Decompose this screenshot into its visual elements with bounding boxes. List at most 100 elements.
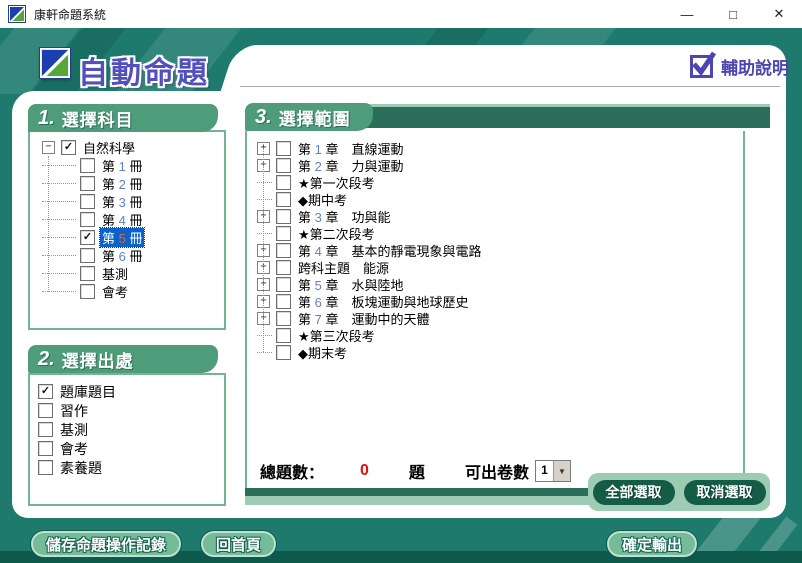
tree-item[interactable]: 第 3 冊 bbox=[30, 192, 224, 210]
tree-item[interactable]: ★第一次段考 bbox=[247, 174, 737, 191]
checkbox[interactable] bbox=[38, 441, 53, 456]
tree-item[interactable]: + 第 3 章 功與能 bbox=[247, 208, 737, 225]
home-button[interactable]: 回首頁 bbox=[200, 530, 277, 558]
label-number: 2 bbox=[315, 159, 322, 174]
maximize-button[interactable]: □ bbox=[710, 0, 756, 28]
tree-connector-stub bbox=[257, 199, 272, 200]
checkbox[interactable] bbox=[276, 192, 291, 207]
checkbox[interactable] bbox=[80, 248, 95, 263]
tree-item[interactable]: + 第 1 章 直線運動 bbox=[247, 140, 737, 157]
checkbox[interactable] bbox=[276, 243, 291, 258]
list-item[interactable]: 習作 bbox=[38, 401, 118, 420]
label-number: 3 bbox=[119, 195, 126, 210]
tree-item[interactable]: ★第二次段考 bbox=[247, 225, 737, 242]
tree-item-selected[interactable]: ✓ 第 5 冊 bbox=[30, 228, 224, 246]
checkbox[interactable] bbox=[276, 260, 291, 275]
list-item-label[interactable]: 素養題 bbox=[58, 458, 104, 478]
tree-item[interactable]: ◆期中考 bbox=[247, 191, 737, 208]
collapse-icon[interactable]: − bbox=[42, 141, 55, 154]
tree-item-label[interactable]: 基測 bbox=[100, 264, 130, 283]
questions-unit-label: 題 bbox=[409, 459, 425, 483]
paper-count-label: 可出卷數 bbox=[465, 459, 529, 483]
tree-item-label[interactable]: 自然科學 bbox=[81, 138, 137, 157]
tree-item[interactable]: ★第三次段考 bbox=[247, 327, 737, 344]
tree-item-label[interactable]: 第 6 冊 bbox=[100, 246, 144, 265]
tree-item[interactable]: + 第 7 章 運動中的天體 bbox=[247, 310, 737, 327]
checkbox[interactable]: ✓ bbox=[80, 230, 95, 245]
checkbox[interactable] bbox=[276, 277, 291, 292]
close-button[interactable]: ✕ bbox=[756, 0, 802, 28]
checkbox[interactable] bbox=[276, 158, 291, 173]
selection-buttons-tray: 全部選取 取消選取 bbox=[588, 473, 770, 511]
tree-item-label[interactable]: ◆期末考 bbox=[296, 343, 349, 362]
app-window: 康軒命題系統 — □ ✕ 自動命題 輔助說明 1. bbox=[0, 0, 802, 563]
checkbox[interactable] bbox=[276, 311, 291, 326]
app-logo-icon bbox=[9, 6, 25, 22]
select-all-button[interactable]: 全部選取 bbox=[593, 480, 675, 505]
tree-item[interactable]: 第 2 冊 bbox=[30, 174, 224, 192]
checkbox[interactable] bbox=[276, 226, 291, 241]
tree-item-label[interactable]: 第 3 冊 bbox=[100, 192, 144, 211]
chevron-down-icon[interactable]: ▼ bbox=[553, 461, 570, 481]
checkbox[interactable] bbox=[276, 328, 291, 343]
tree-item[interactable]: 會考 bbox=[30, 282, 224, 300]
checkbox[interactable]: ✓ bbox=[61, 140, 76, 155]
checkbox[interactable] bbox=[276, 209, 291, 224]
checkbox[interactable] bbox=[80, 212, 95, 227]
checkbox[interactable] bbox=[276, 175, 291, 190]
deselect-button[interactable]: 取消選取 bbox=[684, 480, 766, 505]
list-item-label[interactable]: 基測 bbox=[58, 420, 90, 440]
tree-item[interactable]: 第 4 冊 bbox=[30, 210, 224, 228]
tree-item-label[interactable]: 第 1 冊 bbox=[100, 156, 144, 175]
tree-item[interactable]: + 第 6 章 板塊運動與地球歷史 bbox=[247, 293, 737, 310]
checkbox[interactable] bbox=[276, 345, 291, 360]
tree-connector-stub bbox=[257, 182, 272, 183]
list-item[interactable]: 會考 bbox=[38, 439, 118, 458]
checkbox[interactable] bbox=[38, 422, 53, 437]
list-item[interactable]: ✓ 題庫題目 bbox=[38, 382, 118, 401]
label-number: 4 bbox=[119, 213, 126, 228]
list-item[interactable]: 素養題 bbox=[38, 458, 118, 477]
panel-title: 選擇範圍 bbox=[279, 105, 351, 130]
checkbox[interactable] bbox=[276, 294, 291, 309]
checkbox[interactable]: ✓ bbox=[38, 384, 53, 399]
help-button[interactable]: 輔助說明 bbox=[690, 54, 789, 79]
tree-item[interactable]: − ✓ 自然科學 bbox=[30, 138, 224, 156]
tree-item-label[interactable]: 第 5 冊 bbox=[100, 228, 144, 247]
list-item-label[interactable]: 題庫題目 bbox=[58, 382, 118, 402]
confirm-output-button[interactable]: 確定輸出 bbox=[606, 530, 698, 558]
tree-item[interactable]: + 第 2 章 力與運動 bbox=[247, 157, 737, 174]
checkbox[interactable] bbox=[80, 158, 95, 173]
panel-range-header: 3. 選擇範圍 bbox=[245, 103, 373, 131]
list-item[interactable]: 基測 bbox=[38, 420, 118, 439]
checkbox[interactable] bbox=[80, 176, 95, 191]
range-tree: + 第 1 章 直線運動 + 第 2 章 力與運動 ★第一次段考 ◆期中考 + … bbox=[247, 140, 737, 361]
save-record-button[interactable]: 儲存命題操作記錄 bbox=[30, 530, 182, 558]
tree-item-label[interactable]: 會考 bbox=[100, 282, 130, 301]
tree-item[interactable]: ◆期末考 bbox=[247, 344, 737, 361]
total-questions-label: 總題數： bbox=[260, 459, 324, 483]
tree-item[interactable]: 基測 bbox=[30, 264, 224, 282]
checkbox[interactable] bbox=[276, 141, 291, 156]
tree-item[interactable]: + 跨科主題 能源 bbox=[247, 259, 737, 276]
tree-item-label[interactable]: 第 2 冊 bbox=[100, 174, 144, 193]
tree-item-label[interactable]: 第 4 冊 bbox=[100, 210, 144, 229]
list-item-label[interactable]: 習作 bbox=[58, 401, 90, 421]
list-item-label[interactable]: 會考 bbox=[58, 439, 90, 459]
checkbox[interactable] bbox=[80, 284, 95, 299]
checkbox[interactable] bbox=[80, 194, 95, 209]
checkbox[interactable] bbox=[38, 460, 53, 475]
checkbox[interactable] bbox=[80, 266, 95, 281]
minimize-button[interactable]: — bbox=[664, 0, 710, 28]
tree-item[interactable]: 第 1 冊 bbox=[30, 156, 224, 174]
panel-range-border bbox=[743, 131, 745, 488]
tree-item[interactable]: 第 6 冊 bbox=[30, 246, 224, 264]
tree-item[interactable]: + 第 5 章 水與陸地 bbox=[247, 276, 737, 293]
label-number: 3 bbox=[315, 210, 322, 225]
window-title: 康軒命題系統 bbox=[34, 6, 106, 23]
title-bar: 康軒命題系統 — □ ✕ bbox=[0, 0, 802, 28]
checkbox[interactable] bbox=[38, 403, 53, 418]
tree-item[interactable]: + 第 4 章 基本的靜電現象與電路 bbox=[247, 242, 737, 259]
panel-source-header: 2. 選擇出處 bbox=[28, 345, 218, 373]
paper-count-select[interactable]: 1 ▼ bbox=[535, 460, 571, 482]
